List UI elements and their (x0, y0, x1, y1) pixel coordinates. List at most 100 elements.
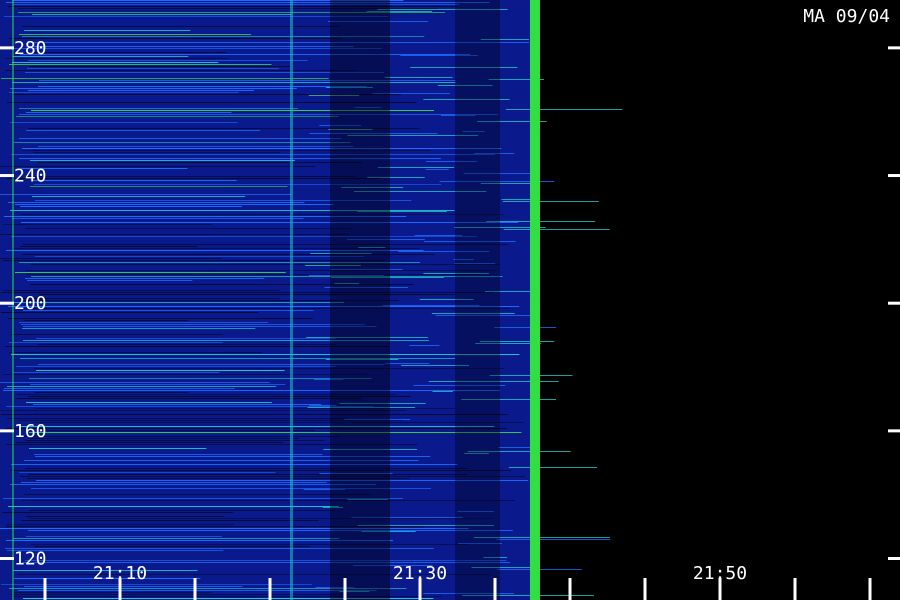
spectral-streak (9, 64, 272, 65)
spectral-streak (33, 404, 322, 405)
spectral-streak (384, 77, 453, 78)
spectral-streak (13, 372, 220, 373)
spectral-streak (0, 194, 292, 195)
spectral-streak (20, 252, 476, 253)
spectral-streak (31, 424, 233, 425)
spectral-streak (17, 450, 253, 451)
spectral-streak (32, 14, 292, 15)
spectral-streak (31, 174, 499, 175)
spectral-streak (9, 342, 223, 343)
spectral-streak (23, 326, 377, 327)
spectral-streak (26, 274, 481, 275)
spectral-streak (13, 462, 499, 463)
spectral-streak (25, 228, 352, 229)
spectral-streak (19, 208, 233, 209)
spectral-streak (502, 201, 599, 202)
spectral-streak (9, 352, 263, 353)
spectral-streak (14, 142, 351, 143)
spectral-streak (27, 68, 280, 69)
spectral-streak (34, 454, 323, 455)
spectral-streak (20, 298, 280, 299)
spectral-streak (38, 268, 323, 269)
spectral-streak (21, 520, 319, 521)
spectral-streak (16, 366, 337, 367)
spectral-streak (6, 406, 374, 407)
spectral-streak (16, 76, 491, 77)
spectral-streak (8, 202, 305, 203)
spectral-streak (0, 166, 316, 167)
spectral-streak (486, 221, 596, 222)
spectral-streak (496, 539, 611, 540)
spectral-streak (18, 590, 377, 591)
spectral-streak (20, 246, 198, 247)
spectral-streak (37, 20, 334, 21)
spectral-streak (22, 500, 515, 501)
spectral-streak (1, 414, 508, 415)
spectral-streak (10, 242, 288, 243)
spectral-streak (6, 2, 490, 3)
spectral-streak (28, 226, 313, 227)
spectral-streak (10, 122, 238, 123)
spectral-streak (3, 260, 383, 261)
spectral-streak (28, 360, 490, 361)
spectral-streak (1, 584, 312, 585)
dark-time-band (455, 0, 500, 600)
spectral-streak (28, 530, 513, 531)
spectral-streak (23, 244, 509, 245)
spectral-streak (29, 378, 372, 379)
spectral-streak (24, 494, 370, 495)
spectral-streak (0, 258, 222, 259)
spectral-streak (21, 324, 365, 325)
spectral-streak (493, 327, 557, 328)
spectral-streak (31, 264, 501, 265)
spectral-streak (18, 492, 272, 493)
spectral-streak (1, 376, 366, 377)
spectral-streak (3, 390, 500, 391)
spectral-streak (32, 362, 485, 363)
spectral-streak (39, 508, 486, 509)
spectral-streak (26, 536, 222, 537)
y-tick-label: 280 (14, 38, 47, 59)
spectral-streak (11, 334, 224, 335)
spectral-streak (11, 470, 512, 471)
spectral-streak (27, 438, 299, 439)
spectral-streak (4, 446, 474, 447)
spectral-streak (39, 430, 315, 431)
spectral-streak (33, 220, 226, 221)
spectral-streak (27, 280, 193, 281)
spectral-streak (21, 222, 519, 223)
spectral-streak (16, 398, 362, 399)
spectral-streak (16, 190, 337, 191)
spectral-streak (26, 112, 232, 113)
spectral-streak (5, 48, 382, 49)
spectral-streak (20, 54, 471, 55)
spectral-streak (27, 458, 192, 459)
spectral-streak (10, 484, 377, 485)
spectral-streak (32, 196, 246, 197)
spectral-streak (34, 546, 311, 547)
spectral-streak (12, 302, 345, 303)
x-tick-label: 21:10 (93, 563, 147, 584)
spectral-streak (35, 172, 330, 173)
spectral-streak (4, 504, 242, 505)
spectral-streak (21, 482, 327, 483)
spectral-streak (8, 318, 313, 319)
spectral-streak (27, 18, 274, 19)
y-tick-label: 200 (14, 293, 47, 314)
spectral-streak (28, 90, 255, 91)
spectral-streak (38, 146, 354, 147)
spectral-streak (3, 212, 367, 213)
data-end-edge (530, 0, 540, 600)
spectral-streak (26, 270, 495, 271)
spectral-streak (432, 391, 453, 392)
spectral-streak (9, 92, 239, 93)
spectral-streak (14, 558, 239, 559)
spectral-streak (30, 288, 282, 289)
spectral-streak (0, 234, 349, 235)
spectral-streak (29, 518, 494, 519)
spectral-streak (34, 368, 505, 369)
spectral-streak (9, 466, 262, 467)
spectral-streak (31, 544, 469, 545)
spectral-streak (30, 186, 288, 187)
spectral-streak (3, 84, 500, 85)
